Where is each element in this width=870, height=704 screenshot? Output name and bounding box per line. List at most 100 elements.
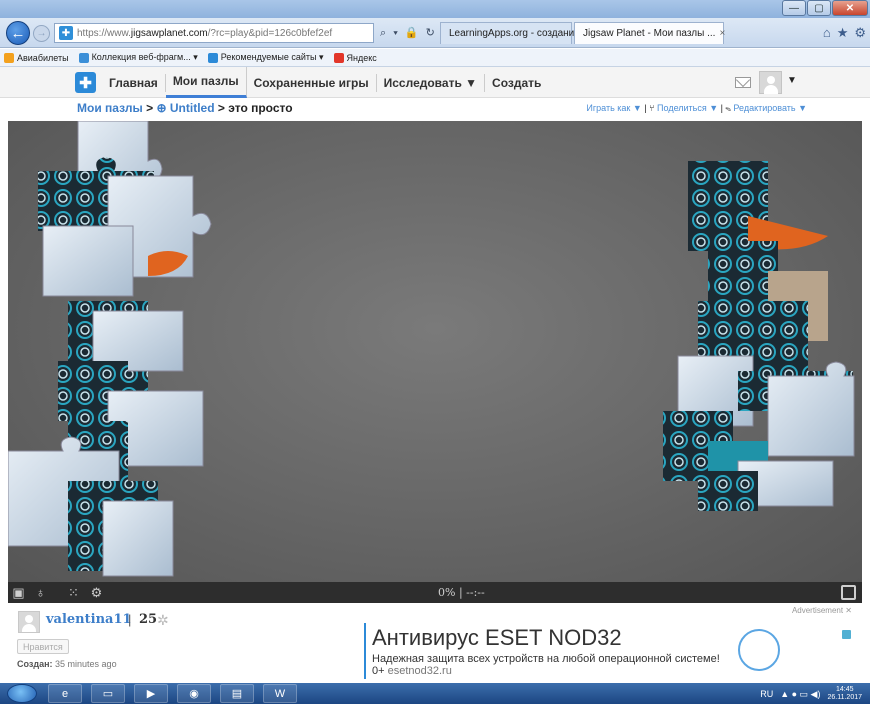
ghost-icon[interactable]: ♁: [33, 585, 48, 600]
play-as-button[interactable]: Играть как ▼: [586, 103, 641, 113]
ie-icon: e: [61, 687, 69, 700]
favorites-bar: Авиабилеты Коллекция веб-фрагм... ▾ Реко…: [0, 49, 870, 67]
breadcrumb-row: Мои пазлы > ⊕ Untitled > это просто Игра…: [0, 98, 870, 120]
taskbar-word[interactable]: W: [263, 684, 297, 703]
nav-explore[interactable]: Исследовать ▼: [377, 73, 486, 92]
ie-icon: [78, 52, 89, 63]
taskbar-app[interactable]: ▤: [220, 684, 254, 703]
settings-icon[interactable]: ⚙: [89, 585, 104, 600]
favorite-web-slices[interactable]: Коллекция веб-фрагм... ▾: [78, 52, 198, 63]
favorite-label: Авиабилеты: [17, 52, 69, 63]
url-text[interactable]: https://www.jigsawplanet.com/?rc=play&pi…: [77, 28, 332, 39]
url-path: /?rc=play&pid=126c0bfef2ef: [207, 27, 333, 39]
site-nav: ✚ Главная Мои пазлы Сохраненные игры Исс…: [0, 67, 870, 98]
taskbar-explorer[interactable]: ▭: [91, 684, 125, 703]
forward-button[interactable]: →: [33, 25, 50, 42]
right-piece-stack[interactable]: [663, 161, 855, 511]
user-avatar-menu[interactable]: [759, 71, 782, 94]
home-icon[interactable]: ⌂: [823, 25, 831, 41]
site-favicon-icon: ✚: [59, 26, 73, 40]
clock-date: 26.11.2017: [827, 694, 862, 701]
breadcrumb-folder[interactable]: Untitled: [170, 101, 215, 115]
taskbar-media[interactable]: ▶: [134, 684, 168, 703]
share-icon: ⑂: [649, 103, 655, 113]
puzzle-pieces-canvas[interactable]: [8, 121, 862, 582]
picture-icon[interactable]: ▣: [11, 585, 26, 600]
created-value: 35 minutes ago: [55, 659, 117, 669]
chrome-icon: ◉: [189, 688, 199, 700]
language-indicator[interactable]: RU: [760, 689, 773, 699]
puzzle-info: valentina11 | 25 ✲ Нравится Создан: 35 m…: [0, 603, 870, 683]
pencil-icon: ✎: [725, 103, 731, 113]
folder-icon: ▭: [102, 688, 114, 700]
mail-icon[interactable]: [735, 77, 751, 88]
ad-title[interactable]: Антивирус ESET NOD32: [372, 625, 622, 651]
favorite-yandex[interactable]: Яндекс: [333, 52, 377, 63]
breadcrumb-separator: >: [214, 101, 229, 115]
taskbar-chrome[interactable]: ◉: [177, 684, 211, 703]
puzzle-actions: Играть как ▼ | ⑂ Поделиться ▼ | ✎ Редакт…: [586, 103, 807, 113]
settings-gear-icon[interactable]: ⚙: [854, 25, 866, 41]
fullscreen-icon[interactable]: [841, 585, 856, 600]
favorite-suggested-sites[interactable]: Рекомендуемые сайты ▾: [207, 52, 324, 63]
breadcrumb: Мои пазлы > ⊕ Untitled > это просто: [77, 101, 293, 115]
maximize-button[interactable]: ▢: [807, 0, 831, 16]
like-button[interactable]: Нравится: [17, 639, 69, 654]
ad-logo[interactable]: [738, 629, 780, 671]
breadcrumb-my-puzzles[interactable]: Мои пазлы: [77, 101, 143, 115]
window-controls: — ▢ ✕: [782, 0, 868, 16]
created-label: Создан:: [17, 659, 53, 669]
nav-my-puzzles[interactable]: Мои пазлы: [165, 67, 247, 98]
puzzle-board[interactable]: [8, 121, 862, 582]
address-tools[interactable]: ⌕ ▾ 🔒 ↻: [380, 26, 437, 40]
window-icon: ▤: [231, 688, 243, 700]
edit-button[interactable]: Редактировать ▼: [733, 103, 807, 113]
minimize-button[interactable]: —: [782, 0, 806, 16]
ad-info-icon[interactable]: [842, 630, 851, 639]
created-time: Создан: 35 minutes ago: [17, 659, 117, 669]
favorite-label: Рекомендуемые сайты ▾: [220, 52, 324, 62]
author-username[interactable]: valentina11: [46, 612, 132, 627]
favorites-star-icon[interactable]: ★: [837, 25, 849, 41]
clock-time: 14:45: [835, 686, 854, 693]
chevron-down-icon[interactable]: ▼: [787, 75, 797, 86]
share-button[interactable]: Поделиться ▼: [657, 103, 718, 113]
favorite-label: Яндекс: [346, 52, 377, 63]
address-bar[interactable]: ✚ https://www.jigsawplanet.com/?rc=play&…: [54, 23, 374, 43]
ad-url: esetnod32.ru: [387, 665, 452, 677]
info-separator: |: [128, 612, 132, 627]
yandex-icon: [333, 52, 344, 63]
clock[interactable]: 14:45 26.11.2017: [827, 686, 862, 702]
page-title: это просто: [228, 101, 293, 115]
tab-learningapps[interactable]: LearningApps.org - создание ...: [440, 22, 591, 44]
left-piece-stack[interactable]: [8, 121, 212, 577]
progress-timer: 0% | --:--: [438, 586, 485, 599]
title-bar: — ▢ ✕: [0, 0, 870, 18]
back-button[interactable]: ←: [6, 21, 30, 45]
system-tray: RU ▲ ● ▭ ◀) 14:45 26.11.2017: [760, 686, 862, 702]
close-window-button[interactable]: ✕: [832, 0, 868, 16]
close-tab-icon[interactable]: ×: [719, 28, 725, 39]
plane-icon: [4, 52, 14, 63]
grid-icon[interactable]: ⁙: [66, 585, 81, 600]
breadcrumb-separator: >: [142, 101, 157, 115]
url-prefix: https://www.: [77, 27, 131, 39]
start-button[interactable]: [7, 684, 37, 703]
nav-saved-games[interactable]: Сохраненные игры: [247, 73, 377, 92]
address-row: ← → ✚ https://www.jigsawplanet.com/?rc=p…: [0, 18, 870, 48]
tray-icons[interactable]: ▲ ● ▭ ◀): [780, 689, 820, 700]
nav-create[interactable]: Создать: [485, 74, 548, 92]
tab-label: LearningApps.org - создание ...: [449, 28, 591, 39]
tab-jigsaw-planet[interactable]: Jigsaw Planet - Мои пазлы ... ×: [574, 22, 725, 44]
author-score: 25: [139, 612, 158, 627]
avatar[interactable]: [18, 611, 40, 633]
arrow-right-icon: →: [36, 28, 47, 39]
taskbar-ie[interactable]: e: [48, 684, 82, 703]
favorite-aviabilety[interactable]: Авиабилеты: [4, 52, 69, 63]
url-domain: jigsawplanet.com: [130, 27, 208, 39]
sites-icon: [207, 52, 218, 63]
ad-label[interactable]: Advertisement ✕: [792, 606, 852, 615]
nav-home[interactable]: Главная: [102, 73, 166, 92]
ad-text[interactable]: Надежная защита всех устройств на любой …: [372, 653, 732, 677]
jigsaw-planet-logo[interactable]: ✚: [75, 72, 96, 93]
